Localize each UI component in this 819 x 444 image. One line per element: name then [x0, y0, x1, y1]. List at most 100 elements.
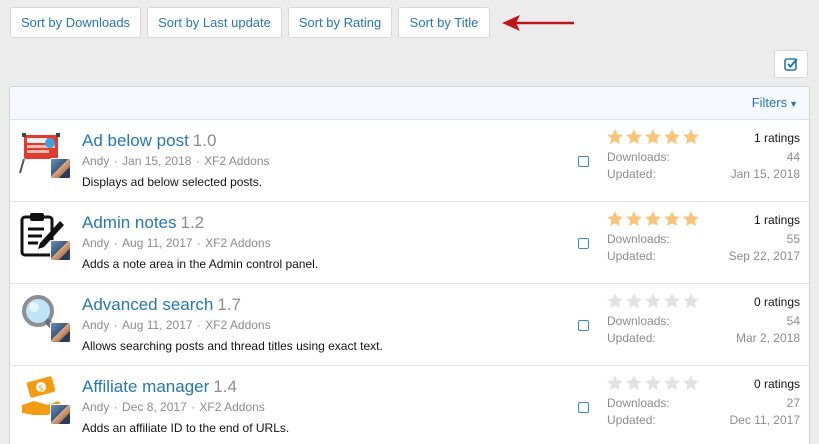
addon-description: Adds a note area in the Admin control pa… — [82, 257, 319, 271]
select-checkbox[interactable] — [578, 402, 589, 413]
star-icon[interactable] — [663, 128, 681, 146]
addon-title-link[interactable]: Admin notes — [82, 213, 177, 232]
downloads-count: 54 — [786, 314, 800, 328]
category-link[interactable]: XF2 Addons — [205, 318, 270, 332]
addon-title-line: Ad below post 1.0 — [82, 131, 216, 151]
star-icon[interactable] — [644, 374, 662, 392]
select-checkbox[interactable] — [578, 238, 589, 249]
svg-text:$: $ — [39, 384, 44, 393]
author-name[interactable]: Andy — [82, 400, 109, 414]
addon-title-link[interactable]: Affiliate manager — [82, 377, 209, 396]
star-icon[interactable] — [663, 374, 681, 392]
addon-list: Filters ▼ Ad below post 1.0 Andy · Jan 15,… — [9, 86, 810, 444]
release-date[interactable]: Aug 11, 2017 — [122, 318, 193, 332]
select-toggle-button[interactable] — [774, 50, 808, 78]
downloads-label: Downloads: — [607, 314, 670, 328]
star-icon[interactable] — [644, 292, 662, 310]
filter-bar: Filters ▼ — [10, 87, 809, 120]
sort-bar: Sort by Downloads Sort by Last update So… — [10, 7, 490, 38]
addon-title-line: Admin notes 1.2 — [82, 213, 204, 233]
caret-down-icon: ▼ — [789, 99, 798, 109]
star-icon[interactable] — [625, 210, 643, 228]
rating-stars — [606, 128, 700, 146]
downloads-label: Downloads: — [607, 150, 670, 164]
rating-stars — [606, 374, 700, 392]
updated-label: Updated: — [607, 249, 656, 263]
addon-title-link[interactable]: Advanced search — [82, 295, 213, 314]
addon-description: Displays ad below selected posts. — [82, 175, 263, 189]
ratings-count: 0 ratings — [753, 295, 800, 309]
addon-meta: Andy · Dec 8, 2017 · XF2 Addons — [82, 400, 265, 414]
addon-title-line: Advanced search 1.7 — [82, 295, 241, 315]
star-icon[interactable] — [644, 128, 662, 146]
downloads-count: 44 — [786, 150, 800, 164]
select-checkbox[interactable] — [578, 320, 589, 331]
select-checkbox[interactable] — [578, 156, 589, 167]
star-icon[interactable] — [682, 128, 700, 146]
addon-row: Advanced search 1.7 Andy · Aug 11, 2017 ·… — [10, 284, 809, 366]
sort-by-downloads-button[interactable]: Sort by Downloads — [10, 7, 141, 38]
addon-description: Allows searching posts and thread titles… — [82, 339, 383, 353]
checkbox-icon — [784, 58, 798, 71]
avatar[interactable] — [50, 240, 71, 261]
ratings-count: 1 ratings — [753, 131, 800, 145]
updated-label: Updated: — [607, 413, 656, 427]
updated-label: Updated: — [607, 167, 656, 181]
release-date[interactable]: Aug 11, 2017 — [122, 236, 193, 250]
addon-row: $ Affiliate manager 1.4 Andy · Dec 8, 201… — [10, 366, 809, 444]
star-icon[interactable] — [606, 292, 624, 310]
addon-version: 1.4 — [213, 377, 237, 396]
rating-stars — [606, 292, 700, 310]
updated-date: Jan 15, 2018 — [730, 167, 800, 181]
star-icon[interactable] — [682, 210, 700, 228]
addon-row: Admin notes 1.2 Andy · Aug 11, 2017 · XF2… — [10, 202, 809, 284]
addon-row: Ad below post 1.0 Andy · Jan 15, 2018 · X… — [10, 120, 809, 202]
downloads-count: 27 — [786, 396, 800, 410]
avatar[interactable] — [50, 404, 71, 425]
star-icon[interactable] — [625, 374, 643, 392]
filters-label: Filters — [751, 95, 788, 110]
addon-version: 1.2 — [180, 213, 205, 232]
addon-title-link[interactable]: Ad below post — [82, 131, 189, 150]
updated-label: Updated: — [607, 331, 656, 345]
filters-menu-button[interactable]: Filters ▼ — [752, 95, 798, 110]
star-icon[interactable] — [606, 374, 624, 392]
red-arrow-annotation — [502, 15, 574, 31]
downloads-label: Downloads: — [607, 396, 670, 410]
addon-meta: Andy · Aug 11, 2017 · XF2 Addons — [82, 236, 271, 250]
author-name[interactable]: Andy — [82, 318, 109, 332]
author-name[interactable]: Andy — [82, 236, 109, 250]
addon-description: Adds an affiliate ID to the end of URLs. — [82, 421, 290, 435]
category-link[interactable]: XF2 Addons — [205, 236, 270, 250]
release-date[interactable]: Jan 15, 2018 — [122, 154, 191, 168]
category-link[interactable]: XF2 Addons — [204, 154, 269, 168]
avatar[interactable] — [50, 322, 71, 343]
ratings-count: 0 ratings — [753, 377, 800, 391]
sort-by-last-update-button[interactable]: Sort by Last update — [147, 7, 282, 38]
addon-meta: Andy · Aug 11, 2017 · XF2 Addons — [82, 318, 271, 332]
addon-version: 1.0 — [192, 131, 217, 150]
updated-date: Dec 11, 2017 — [729, 413, 801, 427]
star-icon[interactable] — [625, 128, 643, 146]
release-date[interactable]: Dec 8, 2017 — [122, 400, 187, 414]
updated-date: Sep 22, 2017 — [728, 249, 800, 263]
star-icon[interactable] — [644, 210, 662, 228]
star-icon[interactable] — [606, 210, 624, 228]
sort-by-title-button[interactable]: Sort by Title — [398, 7, 490, 38]
star-icon[interactable] — [663, 210, 681, 228]
star-icon[interactable] — [663, 292, 681, 310]
rating-stars — [606, 210, 700, 228]
addon-version: 1.7 — [217, 295, 242, 314]
star-icon[interactable] — [682, 292, 700, 310]
avatar[interactable] — [50, 158, 71, 179]
star-icon[interactable] — [625, 292, 643, 310]
category-link[interactable]: XF2 Addons — [199, 400, 264, 414]
updated-date: Mar 2, 2018 — [735, 331, 800, 345]
star-icon[interactable] — [606, 128, 624, 146]
sort-by-rating-button[interactable]: Sort by Rating — [288, 7, 392, 38]
downloads-count: 55 — [786, 232, 800, 246]
downloads-label: Downloads: — [607, 232, 670, 246]
author-name[interactable]: Andy — [82, 154, 109, 168]
star-icon[interactable] — [682, 374, 700, 392]
ratings-count: 1 ratings — [753, 213, 800, 227]
